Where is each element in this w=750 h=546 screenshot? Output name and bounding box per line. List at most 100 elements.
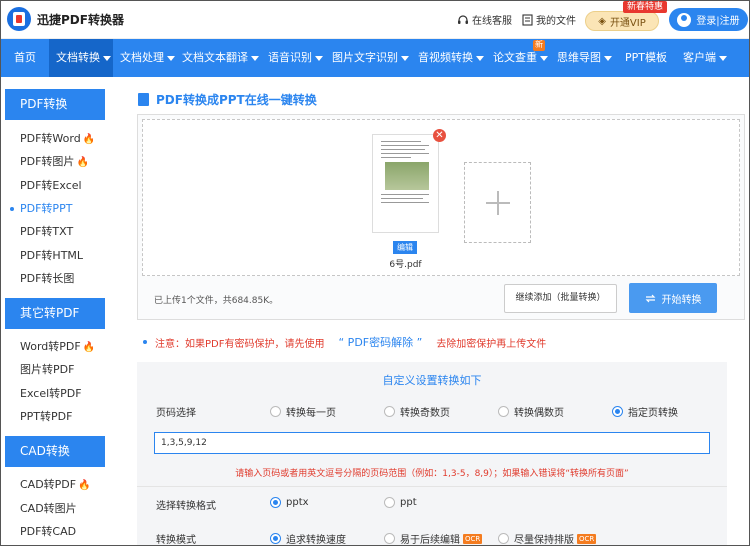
nav-client[interactable]: 客户端 — [673, 39, 737, 77]
radio-label: 追求转换速度 — [286, 535, 346, 546]
radio-speed-mode[interactable]: 追求转换速度 — [270, 531, 346, 546]
file-icon — [522, 13, 533, 26]
sidebar-item-pdf-to-image[interactable]: PDF转图片 🔥 — [5, 151, 105, 173]
diamond-icon: ◈ — [598, 15, 606, 27]
password-notice: 注意：如果PDF有密码保护，请先使用 “ PDF密码解除 ” 去除加密保护再上传… — [143, 334, 546, 350]
radio-circle-selected — [270, 533, 281, 544]
mode-label: 转换模式 — [156, 535, 196, 546]
pdf-unlock-link[interactable]: “ PDF密码解除 ” — [338, 334, 422, 350]
sidebar: PDF转换 PDF转Word 🔥 PDF转图片 🔥 PDF转Excel PDF转PP… — [1, 77, 113, 545]
online-service-link[interactable]: 在线客服 — [457, 12, 512, 27]
nav-label: 文档文本翻译 — [182, 51, 248, 64]
radio-label: 转换每一页 — [286, 408, 336, 419]
sidebar-item-label: CAD转PDF — [20, 478, 77, 491]
radio-every-page[interactable]: 转换每一页 — [270, 404, 336, 419]
sidebar-item-pdf-to-html[interactable]: PDF转HTML — [5, 245, 105, 267]
radio-specified-pages[interactable]: 指定页转换 — [612, 404, 678, 419]
page-range-input[interactable] — [154, 432, 710, 454]
sidebar-item-image-to-pdf[interactable]: 图片转PDF — [5, 359, 105, 381]
radio-even-pages[interactable]: 转换偶数页 — [498, 404, 564, 419]
radio-label: 转换偶数页 — [514, 408, 564, 419]
nav-label: 文档转换 — [56, 51, 100, 64]
nav-ocr[interactable]: 图片文字识别 — [326, 39, 412, 77]
nav-label: 论文查重 — [493, 51, 537, 64]
page-range-hint: 请输入页码或者用英文逗号分隔的页码范围（例如：1,3-5，8,9）；如果输入错误… — [235, 469, 629, 479]
nav-translate[interactable]: 文档文本翻译 — [177, 39, 263, 77]
sidebar-group-pdf-convert[interactable]: PDF转换 — [5, 89, 105, 120]
radio-circle-selected — [612, 406, 623, 417]
nav-doc-convert[interactable]: 文档转换 — [49, 39, 113, 77]
radio-circle — [384, 406, 395, 417]
sidebar-item-pdf-to-ppt[interactable]: PDF转PPT — [5, 198, 105, 220]
format-label: 选择转换格式 — [156, 501, 216, 512]
caret-down-icon — [604, 55, 612, 61]
nav-label: PPT模板 — [625, 51, 667, 64]
login-label: 登录|注册 — [696, 16, 740, 27]
logo[interactable]: 迅捷PDF转换器 — [7, 7, 124, 31]
caret-down-icon — [540, 55, 548, 61]
radio-odd-pages[interactable]: 转换奇数页 — [384, 404, 450, 419]
convert-icon — [645, 294, 655, 302]
notice-text: 注意：如果PDF有密码保护，请先使用 — [155, 338, 325, 350]
sidebar-group-cad[interactable]: CAD转换 — [5, 436, 105, 467]
nav-ppt-template[interactable]: PPT模板 — [615, 39, 673, 77]
fire-icon: 🔥 — [76, 157, 89, 168]
nav-label: 思维导图 — [557, 51, 601, 64]
settings-title: 自定义设置转换如下 — [382, 374, 482, 387]
drop-zone[interactable]: ✕ 编辑 6号.pdf — [142, 119, 740, 276]
caret-down-icon — [476, 55, 484, 61]
radio-editable-mode[interactable]: 易于后续编辑 OCR — [384, 531, 483, 545]
sidebar-item-cad-to-image[interactable]: CAD转图片 — [5, 498, 105, 520]
sidebar-group-to-pdf[interactable]: 其它转PDF — [5, 298, 105, 329]
start-convert-button[interactable]: 开始转换 — [629, 283, 717, 313]
vip-button[interactable]: ◈ 开通VIP — [585, 11, 659, 31]
sidebar-item-pdf-to-word[interactable]: PDF转Word 🔥 — [5, 128, 105, 150]
login-button[interactable]: 登录|注册 — [669, 8, 748, 31]
fire-icon: 🔥 — [82, 134, 96, 145]
fire-icon: 🔥 — [78, 480, 91, 491]
page-title: PDF转换成PPT在线一键转换 — [138, 91, 317, 108]
nav-doc-process[interactable]: 文档处理 — [113, 39, 177, 77]
upload-panel: ✕ 编辑 6号.pdf 已上传1个文件，共684.85K。 继续添加（批量转换）… — [137, 114, 745, 320]
document-icon — [138, 93, 149, 106]
headset-icon — [458, 14, 468, 24]
my-files-link[interactable]: 我的文件 — [522, 12, 576, 27]
radio-circle — [270, 406, 281, 417]
nav-speech[interactable]: 语音识别 — [263, 39, 326, 77]
nav-home[interactable]: 首页 — [1, 39, 49, 77]
ocr-badge: OCR — [463, 533, 483, 544]
radio-pptx[interactable]: pptx — [270, 497, 309, 508]
sidebar-item-pdf-to-long-image[interactable]: PDF转长图 — [5, 268, 105, 290]
user-icon — [677, 12, 692, 27]
sidebar-item-excel-to-pdf[interactable]: Excel转PDF — [5, 383, 105, 405]
start-convert-label: 开始转换 — [661, 294, 702, 306]
add-file-button[interactable] — [464, 162, 531, 243]
radio-circle — [384, 497, 395, 508]
vip-label: 开通VIP — [609, 17, 646, 29]
divider — [137, 486, 727, 487]
radio-ppt[interactable]: ppt — [384, 497, 417, 508]
sidebar-item-pdf-to-excel[interactable]: PDF转Excel — [5, 175, 105, 197]
nav-av-convert[interactable]: 音视频转换 — [412, 39, 487, 77]
radio-label: 转换奇数页 — [400, 408, 450, 419]
nav-mindmap[interactable]: 思维导图 — [551, 39, 615, 77]
sidebar-item-ppt-to-pdf[interactable]: PPT转PDF — [5, 406, 105, 428]
nav-plagiarism[interactable]: 论文查重新 — [487, 39, 551, 77]
radio-circle — [384, 533, 395, 544]
sidebar-item-label: Word转PDF — [20, 340, 81, 353]
nav-label: 首页 — [14, 51, 36, 64]
sidebar-item-pdf-to-txt[interactable]: PDF转TXT — [5, 221, 105, 243]
file-thumbnail[interactable] — [372, 134, 439, 233]
sidebar-item-pdf-to-cad[interactable]: PDF转CAD — [5, 521, 105, 543]
edit-button[interactable]: 编辑 — [393, 241, 417, 254]
new-badge: 新 — [533, 40, 545, 51]
nav-label: 音视频转换 — [418, 51, 473, 64]
sidebar-item-cad-to-pdf[interactable]: CAD转PDF 🔥 — [5, 474, 105, 496]
my-files-label: 我的文件 — [536, 16, 576, 27]
radio-layout-mode[interactable]: 尽量保持排版 OCR — [498, 531, 597, 545]
add-more-button[interactable]: 继续添加（批量转换） — [504, 284, 617, 313]
sidebar-item-label: PDF转Word — [20, 132, 81, 145]
nav-label: 客户端 — [683, 51, 716, 64]
sidebar-item-word-to-pdf[interactable]: Word转PDF 🔥 — [5, 336, 105, 358]
remove-file-icon[interactable]: ✕ — [433, 129, 446, 142]
